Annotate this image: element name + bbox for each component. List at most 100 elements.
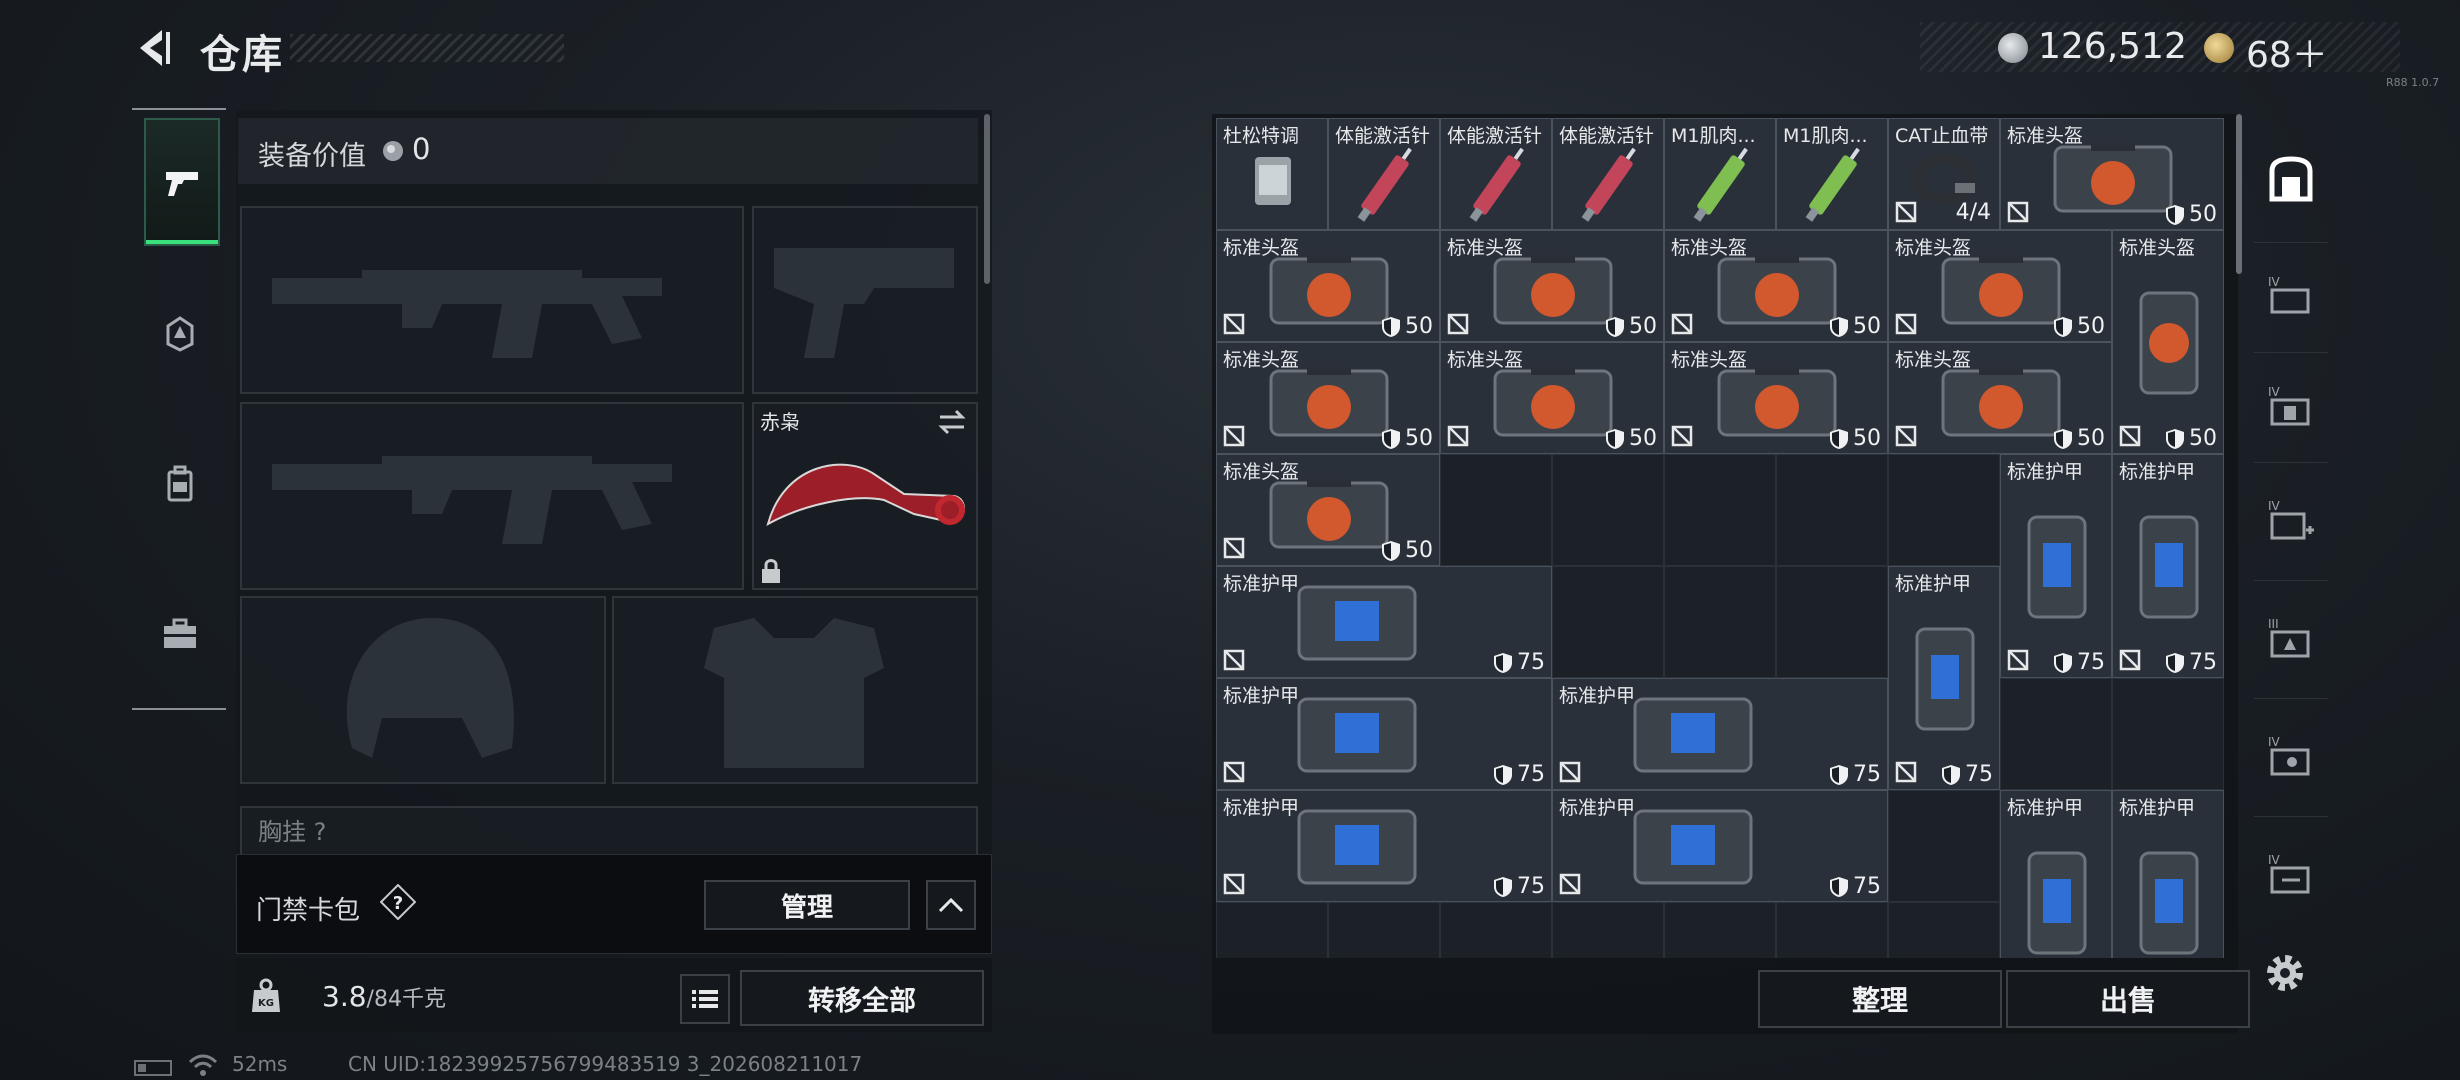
helmet-item[interactable]: 标准头盔 50 <box>1216 342 1440 454</box>
helmet-case-icon <box>1493 367 1613 437</box>
syringe-red-item[interactable]: 体能激活针 <box>1552 118 1664 230</box>
equipment-value: 0 <box>412 132 431 166</box>
silver-coin-icon <box>383 141 403 161</box>
armor-item[interactable]: 标准护甲 75 <box>1216 566 1552 678</box>
empty-grid-cell[interactable] <box>2000 678 2112 790</box>
manage-button[interactable]: 管理 <box>704 880 910 930</box>
chest-rig-slot[interactable] <box>240 806 978 860</box>
no-trade-icon <box>1895 761 1917 783</box>
empty-grid-cell[interactable] <box>1216 902 1328 958</box>
syringe-icon <box>1693 147 1748 222</box>
armor-slot[interactable] <box>612 596 978 784</box>
armor-item[interactable]: 标准护甲75 <box>1888 566 2000 790</box>
empty-grid-cell[interactable] <box>1328 902 1440 958</box>
help-icon[interactable]: ? <box>379 883 417 921</box>
empty-grid-cell[interactable] <box>1776 902 1888 958</box>
page-title: 仓库 <box>200 32 284 78</box>
empty-grid-cell[interactable] <box>1664 902 1776 958</box>
armor-item[interactable]: 标准护甲75 <box>2112 790 2224 958</box>
wifi-icon <box>188 1054 218 1076</box>
toolbox-icon <box>164 618 196 648</box>
tourniquet-item[interactable]: CAT止血带 4/4 <box>1888 118 2000 230</box>
tab-toolbox[interactable] <box>144 598 216 670</box>
syringe-green-item[interactable]: M1肌肉... <box>1664 118 1776 230</box>
helmet-item[interactable]: 标准头盔 50 <box>1440 342 1664 454</box>
item-name: 标准护甲 <box>2007 461 2084 483</box>
tab-backpack[interactable] <box>144 448 216 520</box>
empty-grid-cell[interactable] <box>1552 454 1664 566</box>
empty-grid-cell[interactable] <box>1440 902 1552 958</box>
melee-weapon-slot[interactable]: 赤枭 <box>752 402 978 590</box>
durability-shield-icon <box>1606 316 1624 337</box>
syringe-red-item[interactable]: 体能激活针 <box>1440 118 1552 230</box>
armor-item[interactable]: 标准护甲75 <box>1216 678 1552 790</box>
syringe-red-item[interactable]: 体能激活针 <box>1328 118 1440 230</box>
primary-weapon-slot[interactable] <box>240 206 744 394</box>
empty-grid-cell[interactable] <box>1888 454 2000 566</box>
tab-container-6[interactable]: IV <box>2254 816 2328 934</box>
armor-item[interactable]: 标准护甲75 <box>1216 790 1552 902</box>
list-view-button[interactable] <box>680 974 730 1024</box>
money-amount: 126,512 <box>2038 26 2187 67</box>
helmet-item[interactable]: 标准头盔 50 <box>1440 230 1664 342</box>
helmet-item[interactable]: 标准头盔 50 <box>1888 342 2112 454</box>
gear-icon[interactable] <box>2262 950 2308 996</box>
equipment-scrollbar[interactable] <box>984 114 990 284</box>
battery-icon <box>134 1060 172 1076</box>
helmet-item[interactable]: 标准头盔 50 <box>2000 118 2224 230</box>
tab-weapons[interactable] <box>144 118 220 246</box>
equipment-value-label: 装备价值 <box>258 141 366 172</box>
tab-container-3[interactable]: IV <box>2254 462 2328 581</box>
secondary-weapon-slot[interactable] <box>752 206 978 394</box>
transfer-all-button[interactable]: 转移全部 <box>740 970 984 1026</box>
armor-item[interactable]: 标准护甲75 <box>1552 790 1888 902</box>
durability-shield-icon <box>1494 652 1512 673</box>
syringe-green-item[interactable]: M1肌肉... <box>1776 118 1888 230</box>
empty-grid-cell[interactable] <box>1664 566 1776 678</box>
empty-grid-cell[interactable] <box>1440 454 1552 566</box>
tab-container-2[interactable]: IV <box>2254 352 2328 463</box>
armor-item[interactable]: 标准护甲75 <box>2000 454 2112 678</box>
tab-warehouse[interactable] <box>2254 118 2328 243</box>
helmet-item[interactable]: 标准头盔 50 <box>1216 454 1440 566</box>
sell-button[interactable]: 出售 <box>2006 970 2250 1028</box>
sort-button[interactable]: 整理 <box>1758 970 2002 1028</box>
expand-button[interactable] <box>926 880 976 930</box>
helmet-item[interactable]: 标准头盔 50 <box>1664 342 1888 454</box>
pistol-icon <box>166 172 198 196</box>
empty-grid-cell[interactable] <box>1552 902 1664 958</box>
empty-grid-cell[interactable] <box>1552 566 1664 678</box>
syringe-icon <box>1357 147 1412 222</box>
item-name: 标准护甲 <box>1223 573 1300 595</box>
empty-grid-cell[interactable] <box>1664 454 1776 566</box>
tab-container-5[interactable]: IV <box>2254 698 2328 817</box>
helmet-slot[interactable] <box>240 596 606 784</box>
durability-shield-icon <box>1830 764 1848 785</box>
empty-grid-cell[interactable] <box>1776 566 1888 678</box>
back-arrow-icon[interactable] <box>132 26 176 70</box>
empty-grid-cell[interactable] <box>1888 902 2000 958</box>
helmet-item[interactable]: 标准头盔 50 <box>1888 230 2112 342</box>
tab-container-1[interactable]: IV <box>2254 242 2328 353</box>
tab-helmet[interactable] <box>144 298 216 370</box>
helmet-item[interactable]: 标准头盔 50 <box>1216 230 1440 342</box>
tab-container-4[interactable]: III <box>2254 580 2328 699</box>
helmet-item[interactable]: 标准头盔 50 <box>1664 230 1888 342</box>
drink-item[interactable]: 杜松特调 <box>1216 118 1328 230</box>
helmet-item[interactable]: 标准头盔 50 <box>2112 230 2224 454</box>
empty-grid-cell[interactable] <box>1776 454 1888 566</box>
armor-item[interactable]: 标准护甲75 <box>1552 678 1888 790</box>
premium-currency[interactable]: 68＋ <box>2246 26 2328 78</box>
helmet-case-icon <box>1941 367 2061 437</box>
item-durability: 75 <box>1493 650 1545 675</box>
empty-grid-cell[interactable] <box>2112 678 2224 790</box>
empty-grid-cell[interactable] <box>1888 790 2000 902</box>
warehouse-scrollbar[interactable] <box>2236 114 2242 274</box>
item-durability: 75 <box>1829 762 1881 787</box>
armor-item[interactable]: 标准护甲75 <box>2000 790 2112 958</box>
armor-item[interactable]: 标准护甲75 <box>2112 454 2224 678</box>
item-name: 标准头盔 <box>2119 237 2196 259</box>
weight-max: /84千克 <box>366 987 446 1012</box>
helmet-case-icon <box>1269 479 1389 549</box>
secondary-rifle-slot[interactable] <box>240 402 744 590</box>
